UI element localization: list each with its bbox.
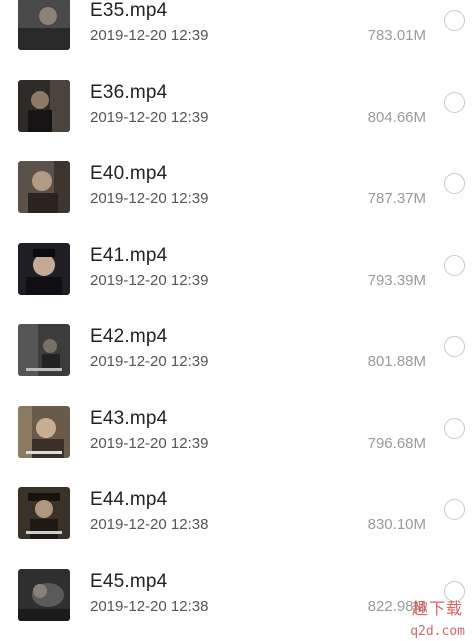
file-date: 2019-12-20 12:39 <box>90 271 209 289</box>
video-thumbnail-icon <box>18 568 70 621</box>
list-item[interactable]: E43.mp4 2019-12-20 12:39 796.68M <box>0 384 475 466</box>
list-item[interactable]: E35.mp4 2019-12-20 12:39 783.01M <box>0 0 475 58</box>
watermark: 趣下载 q2d.com <box>391 595 471 639</box>
file-date: 2019-12-20 12:38 <box>90 597 209 615</box>
list-item[interactable]: E41.mp4 2019-12-20 12:39 793.39M <box>0 221 475 303</box>
file-size: 830.10M <box>367 516 426 533</box>
list-item[interactable]: E44.mp4 2019-12-20 12:38 830.10M <box>0 465 475 547</box>
select-radio[interactable] <box>444 173 465 194</box>
video-thumbnail-icon <box>18 405 70 458</box>
file-date: 2019-12-20 12:39 <box>90 353 209 370</box>
video-thumbnail-icon <box>18 161 70 213</box>
file-date: 2019-12-20 12:39 <box>90 27 209 44</box>
file-name: E45.mp4 <box>90 570 168 592</box>
file-date: 2019-12-20 12:39 <box>90 434 209 452</box>
watermark-url: q2d.com <box>410 624 465 639</box>
file-name: E44.mp4 <box>90 489 168 510</box>
list-item[interactable]: E40.mp4 2019-12-20 12:39 787.37M <box>0 139 475 221</box>
list-item[interactable]: E42.mp4 2019-12-20 12:39 801.88M <box>0 302 475 384</box>
file-name: E42.mp4 <box>90 326 168 347</box>
select-radio[interactable] <box>444 417 465 439</box>
list-item[interactable]: E36.mp4 2019-12-20 12:39 804.66M <box>0 58 475 140</box>
select-radio[interactable] <box>444 336 465 357</box>
file-name: E43.mp4 <box>90 407 168 429</box>
select-radio[interactable] <box>444 10 465 31</box>
file-name: E41.mp4 <box>90 244 168 266</box>
select-radio[interactable] <box>444 499 465 520</box>
video-thumbnail-icon <box>18 79 70 132</box>
select-radio[interactable] <box>444 91 465 113</box>
file-name: E40.mp4 <box>90 163 168 184</box>
file-size: 804.66M <box>367 108 426 126</box>
file-date: 2019-12-20 12:38 <box>90 516 209 533</box>
file-name: E36.mp4 <box>90 81 168 103</box>
file-date: 2019-12-20 12:39 <box>90 108 209 126</box>
video-thumbnail-icon <box>18 487 70 539</box>
file-list: E35.mp4 2019-12-20 12:39 783.01M E36.mp4… <box>0 0 475 628</box>
file-name: E35.mp4 <box>90 0 168 21</box>
file-size: 783.01M <box>367 27 426 44</box>
file-size: 796.68M <box>367 434 426 452</box>
select-radio[interactable] <box>444 254 465 276</box>
file-size: 787.37M <box>367 190 426 207</box>
video-thumbnail-icon <box>18 324 70 376</box>
video-thumbnail-icon <box>18 0 70 50</box>
file-date: 2019-12-20 12:39 <box>90 190 209 207</box>
file-size: 801.88M <box>367 353 426 370</box>
watermark-logo: 趣下载 <box>411 599 463 618</box>
file-size: 793.39M <box>367 271 426 289</box>
video-thumbnail-icon <box>18 242 70 295</box>
